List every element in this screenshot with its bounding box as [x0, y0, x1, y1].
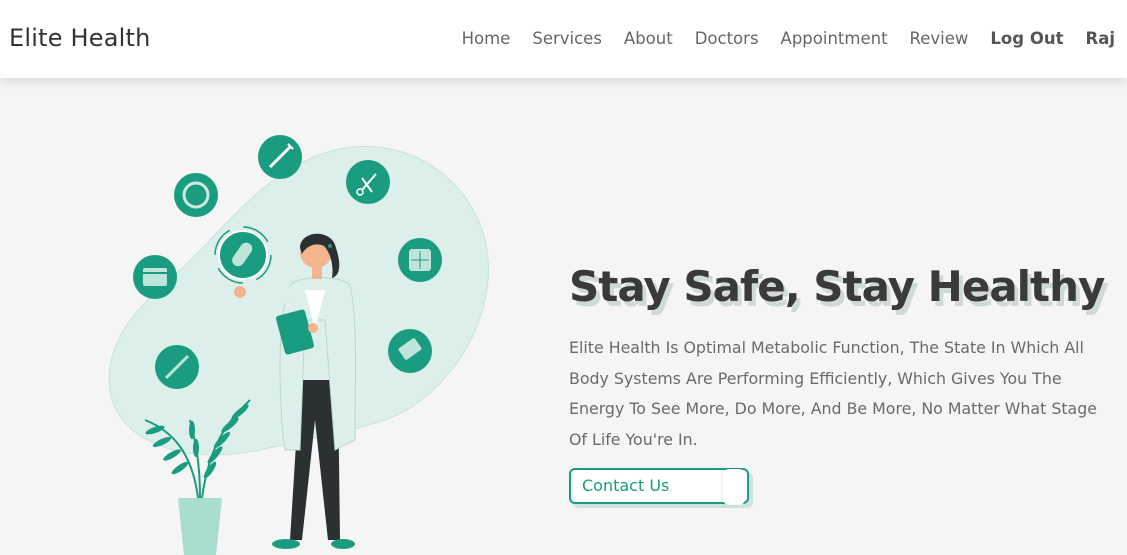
nav-doctors[interactable]: Doctors	[695, 29, 759, 48]
site-logo[interactable]: Elite Health	[9, 24, 151, 52]
thermometer-icon	[155, 345, 199, 389]
pill-icon	[214, 226, 272, 284]
tablet-sheet-icon	[398, 238, 442, 282]
syringe-icon	[258, 135, 302, 179]
nav-home[interactable]: Home	[462, 29, 511, 48]
scissors-icon	[346, 160, 390, 204]
hero-title: Stay Safe, Stay Healthy	[569, 262, 1105, 311]
pill-pack-icon	[388, 329, 432, 373]
ring-icon	[174, 173, 218, 217]
user-name-link[interactable]: Raj	[1086, 29, 1116, 48]
contact-us-label: Contact Us	[582, 476, 670, 495]
nav-services[interactable]: Services	[532, 29, 602, 48]
header: Elite Health Home Services About Doctors…	[0, 0, 1127, 78]
hero-description: Elite Health Is Optimal Metabolic Functi…	[569, 338, 1097, 449]
hero-text: Stay Safe, Stay Healthy Elite Health Is …	[569, 262, 1119, 471]
contact-us-button[interactable]: Contact Us	[569, 468, 749, 505]
button-decor	[723, 469, 745, 505]
nav-appointment[interactable]: Appointment	[781, 29, 888, 48]
calendar-icon	[133, 255, 177, 299]
logout-link[interactable]: Log Out	[990, 29, 1063, 48]
nav-about[interactable]: About	[624, 29, 673, 48]
doctor-illustration	[108, 135, 489, 555]
nav-review[interactable]: Review	[910, 29, 969, 48]
main-nav: Home Services About Doctors Appointment …	[440, 29, 1115, 48]
